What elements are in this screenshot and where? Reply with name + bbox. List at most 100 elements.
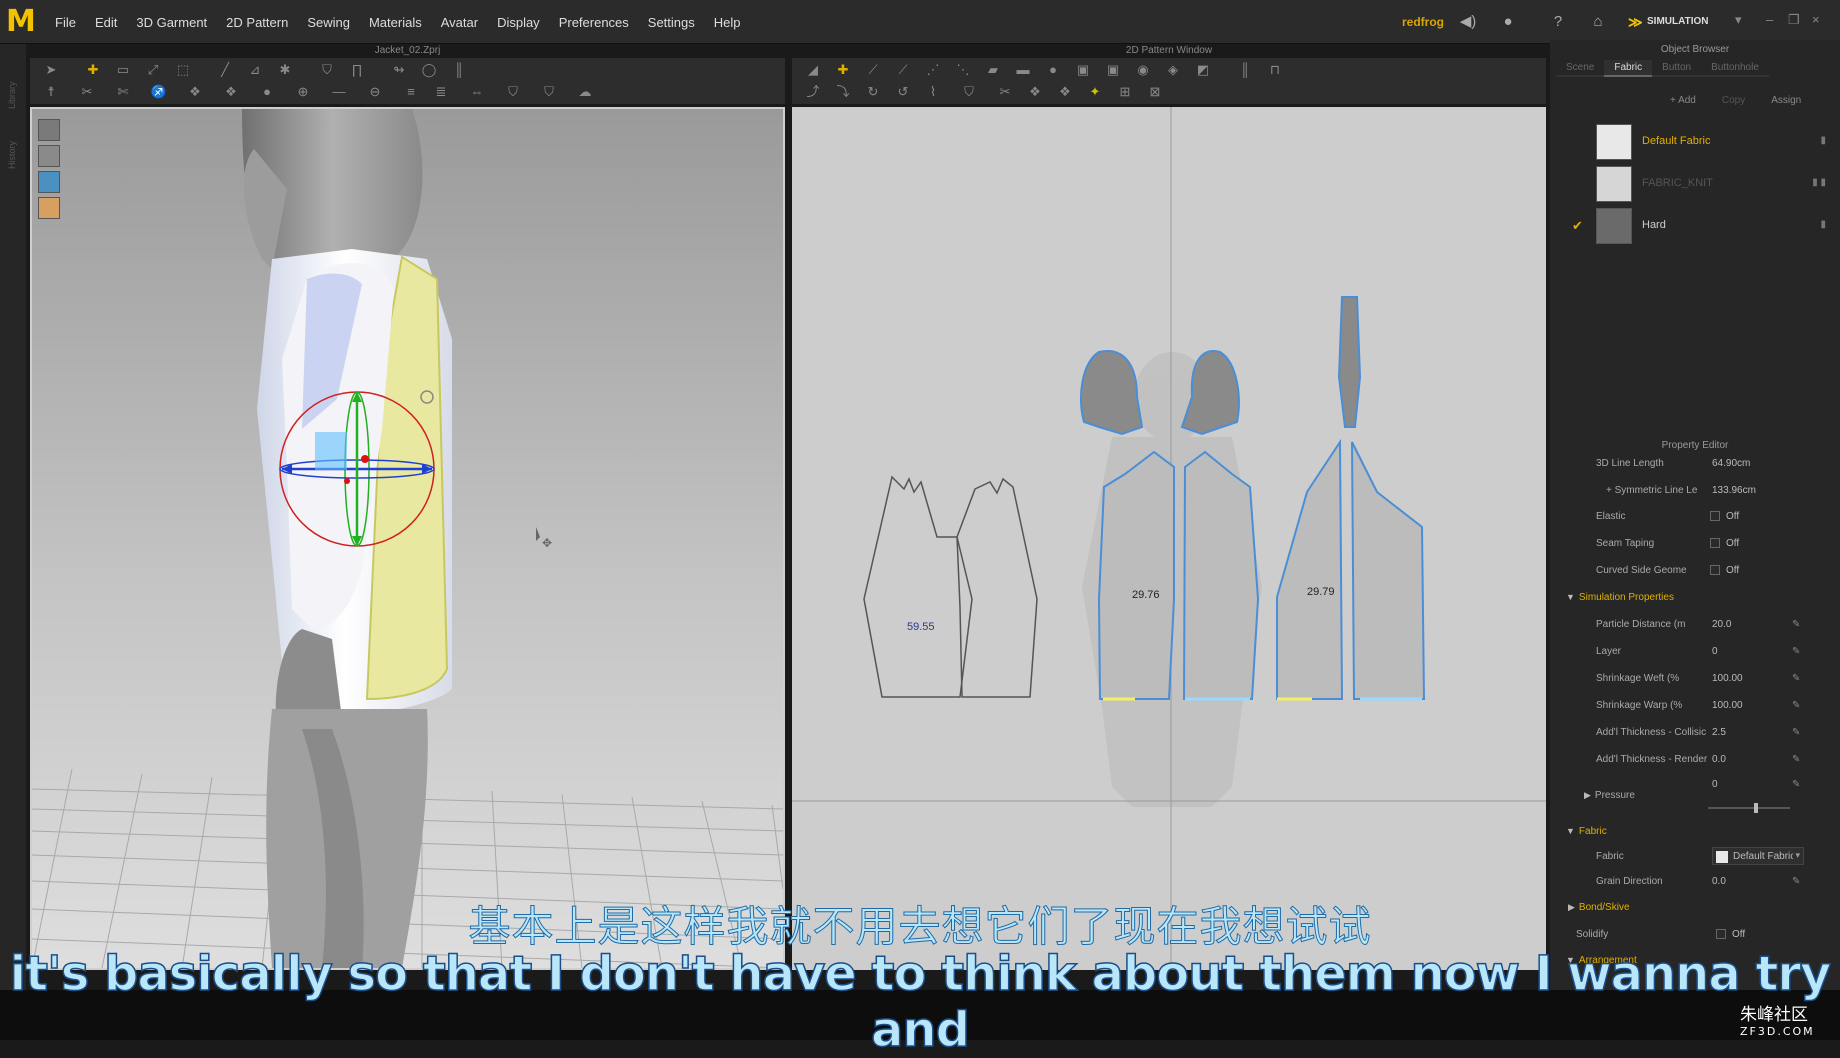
tab-buttonhole[interactable]: Buttonhole bbox=[1701, 60, 1769, 77]
edit-icon[interactable]: ✎ bbox=[1792, 727, 1800, 738]
edit-icon[interactable]: ✎ bbox=[1792, 619, 1800, 630]
layer-value[interactable]: 0 bbox=[1712, 646, 1718, 657]
hanger-icon[interactable]: ⌂ bbox=[1588, 12, 1608, 32]
avatar-pose-icon[interactable]: ☨ bbox=[42, 84, 60, 100]
zipper-icon[interactable]: ║ bbox=[450, 62, 468, 78]
scissors-icon[interactable]: ✄ bbox=[114, 84, 132, 100]
edit-curve-icon[interactable]: ⟋ bbox=[864, 62, 882, 78]
pleat-icon[interactable]: ║ bbox=[1236, 62, 1254, 78]
hanger-2d-icon[interactable]: ⛉ bbox=[960, 84, 978, 100]
graphic-icon[interactable]: ❖ bbox=[1056, 84, 1074, 100]
fabric-select[interactable]: Default Fabric ▾ bbox=[1712, 847, 1804, 865]
seam-taping-checkbox[interactable] bbox=[1710, 538, 1720, 548]
close-icon[interactable]: × bbox=[1812, 12, 1820, 27]
check-sew-icon[interactable]: ↻ bbox=[864, 84, 882, 100]
box-select-icon[interactable]: ▭ bbox=[114, 62, 132, 78]
pants-icon[interactable]: ∏ bbox=[348, 62, 366, 78]
dropdown-arrow-icon[interactable]: ▾ bbox=[1735, 12, 1742, 28]
rectangle-icon[interactable]: ▬ bbox=[1014, 62, 1032, 78]
trace-icon[interactable]: ◩ bbox=[1194, 62, 1212, 78]
username[interactable]: redfrog bbox=[1402, 15, 1444, 29]
menu-2d-pattern[interactable]: 2D Pattern bbox=[226, 15, 288, 30]
pressure-section[interactable]: ▶ Pressure bbox=[1584, 790, 1635, 801]
edit-icon[interactable]: ✎ bbox=[1792, 700, 1800, 711]
internal-circle-icon[interactable]: ◉ bbox=[1134, 62, 1152, 78]
lock-icon[interactable]: ▮ bbox=[1820, 135, 1826, 146]
minimize-icon[interactable]: – bbox=[1766, 12, 1773, 27]
curved-side-checkbox[interactable] bbox=[1710, 565, 1720, 575]
simulation-properties-section[interactable]: ▼ Simulation Properties bbox=[1566, 592, 1674, 603]
polygon-icon[interactable]: ▰ bbox=[984, 62, 1002, 78]
grid2-icon[interactable]: ⊠ bbox=[1146, 84, 1164, 100]
particle-distance-value[interactable]: 20.0 bbox=[1712, 619, 1731, 630]
tape-icon[interactable]: ⊖ bbox=[366, 84, 384, 100]
edit-icon[interactable]: ✎ bbox=[1792, 673, 1800, 684]
pressure-slider-handle[interactable] bbox=[1754, 803, 1758, 813]
simulation-mode-dropdown[interactable]: SIMULATION bbox=[1625, 12, 1743, 32]
restore-icon[interactable]: ❐ bbox=[1788, 12, 1800, 28]
view-avatar-icon[interactable] bbox=[38, 145, 60, 167]
menu-3d-garment[interactable]: 3D Garment bbox=[136, 15, 207, 30]
segment-sew-icon[interactable]: ⤴ bbox=[804, 84, 822, 100]
thickness-render-value[interactable]: 0.0 bbox=[1712, 754, 1726, 765]
view-skin-icon[interactable] bbox=[38, 197, 60, 219]
user-icon[interactable]: ● bbox=[1498, 12, 1518, 32]
lock-icon[interactable]: ▮ bbox=[1820, 219, 1826, 230]
edit-texture-icon[interactable]: ❖ bbox=[1026, 84, 1044, 100]
pin-tool-icon[interactable]: ✱ bbox=[276, 62, 294, 78]
edit-icon[interactable]: ✎ bbox=[1792, 876, 1800, 887]
copy-fabric-button[interactable]: Copy bbox=[1722, 95, 1745, 106]
viewport-2d[interactable]: 59.55 29.76 29.79 bbox=[792, 107, 1546, 970]
segment-icon[interactable]: ⋱ bbox=[954, 62, 972, 78]
arrows-icon[interactable]: ⇔ bbox=[468, 84, 486, 100]
free-sew-icon[interactable]: ⤵ bbox=[834, 84, 852, 100]
texture-2d-icon[interactable]: ✂ bbox=[996, 84, 1014, 100]
scale-icon[interactable]: ⤢ bbox=[144, 62, 162, 78]
add-point-icon[interactable]: ⋰ bbox=[924, 62, 942, 78]
shrinkage-warp-value[interactable]: 100.00 bbox=[1712, 700, 1743, 711]
loop-icon[interactable]: ◯ bbox=[420, 62, 438, 78]
history-tab[interactable]: History bbox=[7, 109, 17, 169]
pattern2-icon[interactable]: ❖ bbox=[222, 84, 240, 100]
fabric-item[interactable]: Default Fabric ▮ bbox=[1596, 124, 1826, 160]
line-icon[interactable]: ╱ bbox=[216, 62, 234, 78]
transform-icon[interactable]: ⬚ bbox=[174, 62, 192, 78]
fabric-item[interactable]: FABRIC_KNIT ▮ ▮ bbox=[1596, 166, 1826, 202]
select-icon[interactable]: ➤ bbox=[42, 62, 60, 78]
help-icon[interactable]: ? bbox=[1548, 12, 1568, 32]
library-tab[interactable]: Library bbox=[7, 49, 17, 109]
menu-display[interactable]: Display bbox=[497, 15, 540, 30]
assign-fabric-button[interactable]: Assign bbox=[1771, 95, 1801, 106]
menu-settings[interactable]: Settings bbox=[648, 15, 695, 30]
dot-icon[interactable]: ● bbox=[258, 84, 276, 100]
measure-icon[interactable]: — bbox=[330, 84, 348, 100]
speaker-icon[interactable]: ◀) bbox=[1458, 12, 1478, 32]
menu-file[interactable]: File bbox=[55, 15, 76, 30]
globe-icon[interactable]: ⊕ bbox=[294, 84, 312, 100]
fabric-section[interactable]: ▼ Fabric bbox=[1566, 826, 1607, 837]
sew-icon[interactable]: ✂ bbox=[78, 84, 96, 100]
elastic-checkbox[interactable] bbox=[1710, 511, 1720, 521]
transform-pattern-icon[interactable]: ✚ bbox=[834, 62, 852, 78]
add-fabric-button[interactable]: + Add bbox=[1670, 95, 1696, 106]
shirt3-icon[interactable]: ⛉ bbox=[540, 84, 558, 100]
menu-avatar[interactable]: Avatar bbox=[441, 15, 478, 30]
fold-icon[interactable]: ⊿ bbox=[246, 62, 264, 78]
internal-rect-icon[interactable]: ▣ bbox=[1074, 62, 1092, 78]
pressure-value[interactable]: 0 bbox=[1712, 779, 1718, 790]
internal-shape-icon[interactable]: ▣ bbox=[1104, 62, 1122, 78]
menu-edit[interactable]: Edit bbox=[95, 15, 117, 30]
circle-icon[interactable]: ● bbox=[1044, 62, 1062, 78]
grain-direction-value[interactable]: 0.0 bbox=[1712, 876, 1726, 887]
tab-fabric[interactable]: Fabric bbox=[1604, 60, 1653, 77]
edit-icon[interactable]: ✎ bbox=[1792, 646, 1800, 657]
menu-sewing[interactable]: Sewing bbox=[307, 15, 350, 30]
grid-icon[interactable]: ⊞ bbox=[1116, 84, 1134, 100]
viewport-3d[interactable]: ✥ bbox=[30, 107, 785, 970]
shrinkage-weft-value[interactable]: 100.00 bbox=[1712, 673, 1743, 684]
view-texture-icon[interactable] bbox=[38, 171, 60, 193]
fold-pattern-icon[interactable]: ⊓ bbox=[1266, 62, 1284, 78]
brush-icon[interactable]: ♐ bbox=[150, 84, 168, 100]
lock-icon[interactable]: ▮ ▮ bbox=[1812, 177, 1826, 188]
edit-pattern-icon[interactable]: ◢ bbox=[804, 62, 822, 78]
